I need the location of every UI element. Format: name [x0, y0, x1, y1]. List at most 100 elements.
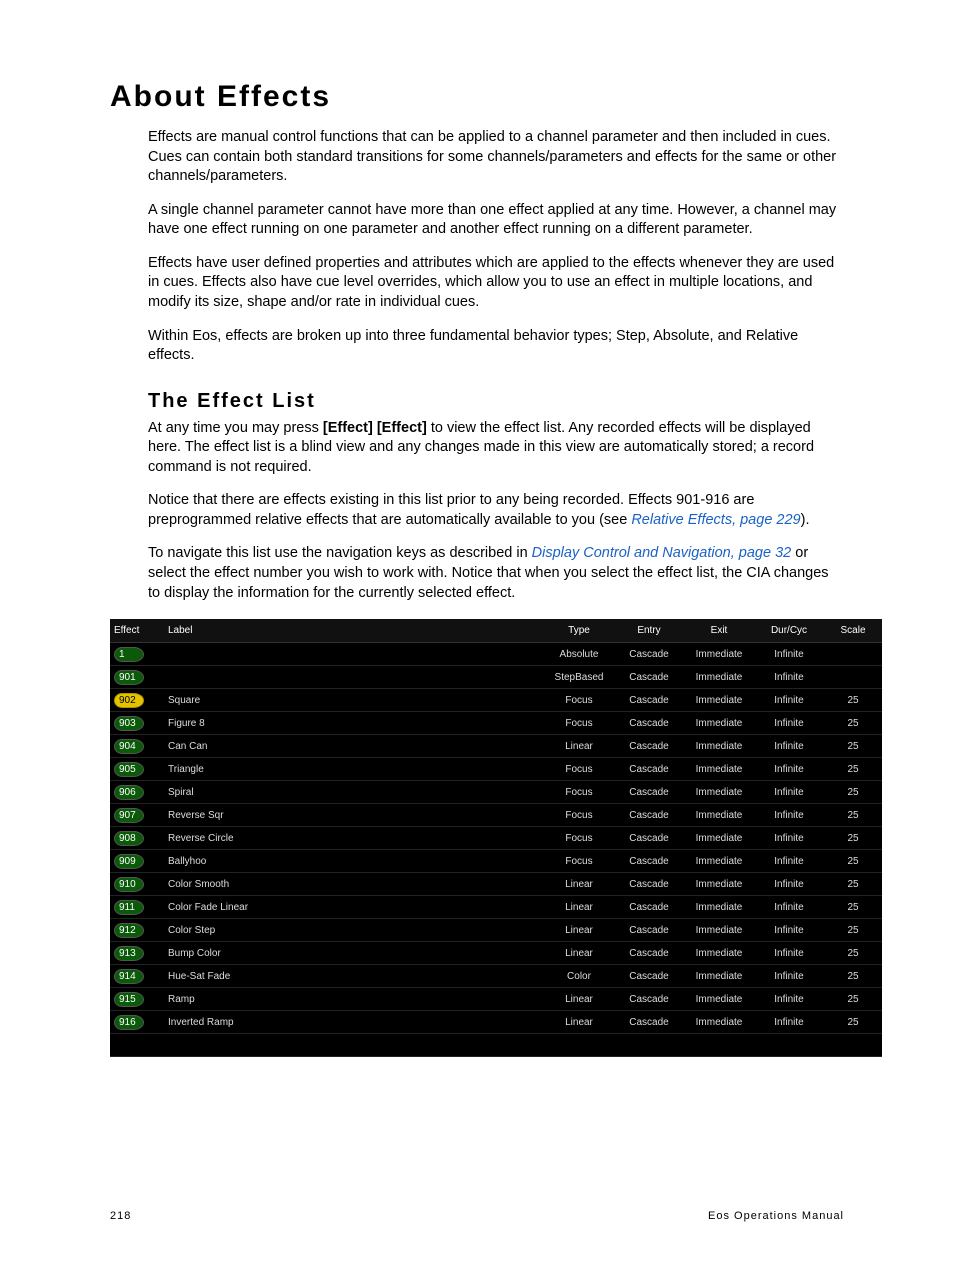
- effect-label-cell: Color Step: [164, 919, 544, 942]
- effect-chip: 909: [114, 854, 144, 869]
- effect-exit-cell: Immediate: [684, 781, 754, 804]
- table-row[interactable]: 915RampLinearCascadeImmediateInfinite25: [110, 988, 882, 1011]
- effect-exit-cell: Immediate: [684, 712, 754, 735]
- effect-id-cell: 906: [110, 781, 164, 804]
- effect-exit-cell: Immediate: [684, 827, 754, 850]
- col-header-dur: Dur/Cyc: [754, 619, 824, 643]
- text-run: To navigate this list use the navigation…: [148, 545, 532, 561]
- table-row[interactable]: 1AbsoluteCascadeImmediateInfinite: [110, 643, 882, 666]
- effect-exit-cell: Immediate: [684, 689, 754, 712]
- table-row[interactable]: 902SquareFocusCascadeImmediateInfinite25: [110, 689, 882, 712]
- effect-scale-cell: 25: [824, 919, 882, 942]
- effect-scale-cell: 25: [824, 873, 882, 896]
- effect-scale-cell: 25: [824, 1011, 882, 1034]
- effect-chip: 915: [114, 992, 144, 1007]
- effect-dur-cell: Infinite: [754, 919, 824, 942]
- doc-title-footer: Eos Operations Manual: [708, 1210, 844, 1222]
- effect-scale-cell: 25: [824, 850, 882, 873]
- effect-chip: 907: [114, 808, 144, 823]
- effect-scale-cell: 25: [824, 827, 882, 850]
- effect-entry-cell: Cascade: [614, 965, 684, 988]
- table-row[interactable]: 909BallyhooFocusCascadeImmediateInfinite…: [110, 850, 882, 873]
- effect-entry-cell: Cascade: [614, 827, 684, 850]
- effect-label-cell: [164, 666, 544, 689]
- effect-scale-cell: 25: [824, 804, 882, 827]
- effect-label-cell: [164, 643, 544, 666]
- intro-paragraph-4: Within Eos, effects are broken up into t…: [148, 327, 844, 366]
- effect-type-cell: Linear: [544, 988, 614, 1011]
- effect-id-cell: 907: [110, 804, 164, 827]
- table-row[interactable]: 912Color StepLinearCascadeImmediateInfin…: [110, 919, 882, 942]
- effect-entry-cell: Cascade: [614, 712, 684, 735]
- effect-label-cell: Ramp: [164, 988, 544, 1011]
- page-number: 218: [110, 1210, 131, 1222]
- table-row[interactable]: 914Hue-Sat FadeColorCascadeImmediateInfi…: [110, 965, 882, 988]
- effect-dur-cell: Infinite: [754, 1011, 824, 1034]
- page-title: About Effects: [110, 80, 844, 114]
- table-row[interactable]: 904Can CanLinearCascadeImmediateInfinite…: [110, 735, 882, 758]
- table-row[interactable]: 906SpiralFocusCascadeImmediateInfinite25: [110, 781, 882, 804]
- effect-id-cell: 915: [110, 988, 164, 1011]
- effect-list-paragraph-1: At any time you may press [Effect] [Effe…: [148, 419, 844, 478]
- effect-list-paragraph-2: Notice that there are effects existing i…: [148, 491, 844, 530]
- effect-dur-cell: Infinite: [754, 643, 824, 666]
- link-relative-effects[interactable]: Relative Effects, page 229: [631, 512, 800, 528]
- effect-type-cell: Linear: [544, 873, 614, 896]
- col-header-label: Label: [164, 619, 544, 643]
- effect-id-cell: 904: [110, 735, 164, 758]
- effect-id-cell: 1: [110, 643, 164, 666]
- effect-type-cell: Linear: [544, 735, 614, 758]
- intro-paragraph-2: A single channel parameter cannot have m…: [148, 201, 844, 240]
- effect-scale-cell: 25: [824, 942, 882, 965]
- effect-exit-cell: Immediate: [684, 919, 754, 942]
- effect-label-cell: Reverse Sqr: [164, 804, 544, 827]
- effect-chip: 913: [114, 946, 144, 961]
- effect-label-cell: Hue-Sat Fade: [164, 965, 544, 988]
- effect-list-table: Effect Label Type Entry Exit Dur/Cyc Sca…: [110, 619, 882, 1057]
- col-header-entry: Entry: [614, 619, 684, 643]
- intro-paragraph-3: Effects have user defined properties and…: [148, 254, 844, 313]
- table-row[interactable]: 913Bump ColorLinearCascadeImmediateInfin…: [110, 942, 882, 965]
- effect-chip: 916: [114, 1015, 144, 1030]
- effect-dur-cell: Infinite: [754, 735, 824, 758]
- effect-id-cell: 916: [110, 1011, 164, 1034]
- effect-type-cell: Focus: [544, 804, 614, 827]
- table-row[interactable]: 908Reverse CircleFocusCascadeImmediateIn…: [110, 827, 882, 850]
- effect-label-cell: Reverse Circle: [164, 827, 544, 850]
- effect-entry-cell: Cascade: [614, 850, 684, 873]
- effect-label-cell: Color Smooth: [164, 873, 544, 896]
- effect-exit-cell: Immediate: [684, 643, 754, 666]
- table-row[interactable]: 910Color SmoothLinearCascadeImmediateInf…: [110, 873, 882, 896]
- effect-type-cell: StepBased: [544, 666, 614, 689]
- effect-type-cell: Focus: [544, 781, 614, 804]
- col-header-type: Type: [544, 619, 614, 643]
- effect-id-cell: 909: [110, 850, 164, 873]
- effect-entry-cell: Cascade: [614, 1011, 684, 1034]
- table-row[interactable]: 903Figure 8FocusCascadeImmediateInfinite…: [110, 712, 882, 735]
- link-display-control[interactable]: Display Control and Navigation, page 32: [532, 545, 792, 561]
- table-row[interactable]: 901StepBasedCascadeImmediateInfinite: [110, 666, 882, 689]
- effect-label-cell: Inverted Ramp: [164, 1011, 544, 1034]
- table-row[interactable]: 916Inverted RampLinearCascadeImmediateIn…: [110, 1011, 882, 1034]
- effect-chip: 911: [114, 900, 144, 915]
- table-row[interactable]: 905TriangleFocusCascadeImmediateInfinite…: [110, 758, 882, 781]
- effect-dur-cell: Infinite: [754, 942, 824, 965]
- table-row[interactable]: 911Color Fade LinearLinearCascadeImmedia…: [110, 896, 882, 919]
- effect-dur-cell: Infinite: [754, 804, 824, 827]
- table-row-empty: [110, 1034, 882, 1057]
- section-title-effect-list: The Effect List: [148, 390, 844, 413]
- effect-chip: 1: [114, 647, 144, 662]
- effect-id-cell: 911: [110, 896, 164, 919]
- effect-chip: 904: [114, 739, 144, 754]
- table-row[interactable]: 907Reverse SqrFocusCascadeImmediateInfin…: [110, 804, 882, 827]
- effect-chip: 906: [114, 785, 144, 800]
- effect-dur-cell: Infinite: [754, 781, 824, 804]
- effect-id-cell: 903: [110, 712, 164, 735]
- effect-id-cell: 905: [110, 758, 164, 781]
- effect-scale-cell: [824, 666, 882, 689]
- effect-exit-cell: Immediate: [684, 965, 754, 988]
- effect-scale-cell: 25: [824, 896, 882, 919]
- effect-entry-cell: Cascade: [614, 873, 684, 896]
- effect-id-cell: 914: [110, 965, 164, 988]
- effect-dur-cell: Infinite: [754, 896, 824, 919]
